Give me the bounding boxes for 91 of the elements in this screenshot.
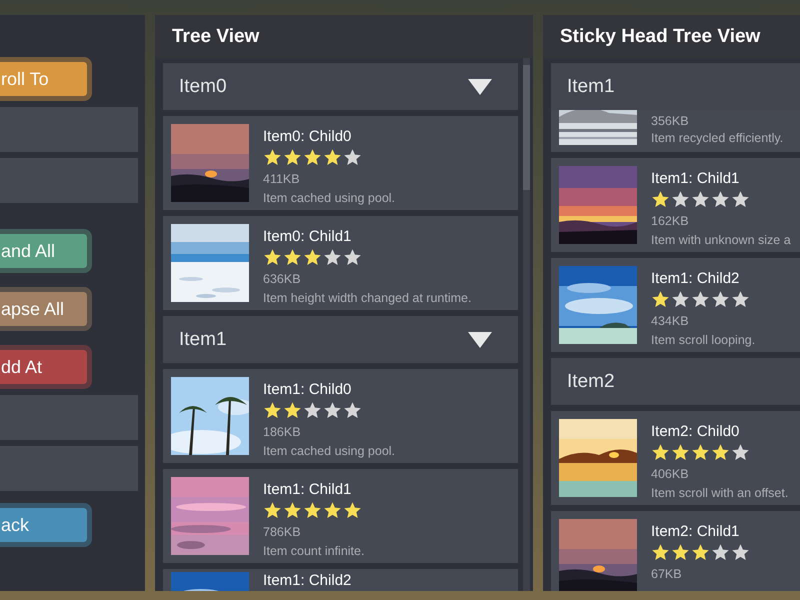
star-icon [691, 290, 710, 309]
star-icon [283, 248, 302, 267]
star-icon [671, 443, 690, 462]
list-item[interactable]: Item1: Child0 186KB Item cached using pool. [163, 369, 518, 463]
file-size: 786KB [263, 525, 302, 539]
star-icon [731, 443, 750, 462]
star-icon [711, 190, 730, 209]
star-icon [343, 501, 362, 520]
star-icon [691, 190, 710, 209]
list-item[interactable]: Item1: Child2 [163, 569, 518, 591]
star-icon [731, 190, 750, 209]
star-icon [651, 443, 670, 462]
file-size: 636KB [263, 272, 302, 286]
star-icon [651, 290, 670, 309]
star-icon [323, 401, 342, 420]
item-title: Item0: Child1 [263, 228, 352, 245]
star-icon [711, 443, 730, 462]
star-icon [731, 543, 750, 562]
star-icon [303, 401, 322, 420]
list-item[interactable]: Item1: Child2 434KB Item scroll looping. [551, 258, 800, 352]
list-item[interactable]: Item0: Child0 411KB Item cached using pool. [163, 116, 518, 210]
star-icon [263, 148, 282, 167]
item-description: Item height width changed at runtime. [263, 291, 472, 305]
star-icon [303, 501, 322, 520]
group-header[interactable]: Item1 [163, 316, 518, 363]
star-icon [263, 501, 282, 520]
star-icon [283, 148, 302, 167]
star-icon [263, 248, 282, 267]
file-size: 411KB [263, 172, 301, 186]
star-icon [671, 543, 690, 562]
input-field[interactable] [0, 395, 138, 440]
scrollbar[interactable] [523, 58, 530, 591]
star-icon [343, 401, 362, 420]
item-title: Item1: Child2 [651, 270, 740, 287]
star-icon [691, 543, 710, 562]
star-icon [651, 543, 670, 562]
star-icon [343, 148, 362, 167]
file-size: 356KB [651, 114, 690, 128]
list-item[interactable]: Item1: Child1 162KB Item with unknown size a [551, 158, 800, 252]
panel-title: Sticky Head Tree View [543, 15, 800, 58]
star-icon [303, 148, 322, 167]
item-title: Item0: Child0 [263, 128, 352, 145]
star-icon [323, 248, 342, 267]
scrollbar-thumb[interactable] [523, 65, 530, 190]
file-size: 434KB [651, 314, 690, 328]
star-icon [711, 543, 730, 562]
group-header[interactable]: Item1 [551, 63, 800, 110]
action-button[interactable]: ack [0, 503, 92, 547]
star-icon [263, 401, 282, 420]
file-size: 406KB [651, 467, 690, 481]
star-icon [651, 190, 670, 209]
panel-title: Tree View [155, 15, 533, 58]
star-icon [323, 501, 342, 520]
item-description: Item with unknown size a [651, 233, 791, 247]
item-description: Item recycled efficiently. [651, 131, 784, 145]
list-item[interactable]: 356KB Item recycled efficiently. [551, 110, 800, 152]
action-button[interactable]: apse All [0, 287, 92, 331]
star-icon [671, 190, 690, 209]
item-title: Item1: Child0 [263, 381, 352, 398]
input-field[interactable] [0, 107, 138, 152]
file-size: 186KB [263, 425, 302, 439]
input-field[interactable] [0, 446, 138, 491]
item-description: Item scroll looping. [651, 333, 756, 347]
item-title: Item1: Child1 [263, 481, 352, 498]
star-icon [343, 248, 362, 267]
action-button[interactable]: dd At [0, 345, 92, 389]
star-icon [731, 290, 750, 309]
item-description: Item cached using pool. [263, 191, 396, 205]
star-icon [323, 148, 342, 167]
group-header[interactable]: Item0 [163, 63, 518, 110]
star-icon [671, 290, 690, 309]
star-icon [711, 290, 730, 309]
item-description: Item count infinite. [263, 544, 364, 558]
list-item[interactable]: Item1: Child1 786KB Item count infinite. [163, 469, 518, 563]
star-icon [283, 501, 302, 520]
group-header[interactable]: Item2 [551, 358, 800, 405]
item-title: Item2: Child0 [651, 423, 740, 440]
item-description: Item scroll with an offset. [651, 486, 788, 500]
item-description: Item cached using pool. [263, 444, 396, 458]
list-item[interactable]: Item0: Child1 636KB Item height width changed at runtime. [163, 216, 518, 310]
input-field[interactable] [0, 158, 138, 203]
star-icon [283, 401, 302, 420]
item-title: Item1: Child1 [651, 170, 740, 187]
star-icon [691, 443, 710, 462]
file-size: 162KB [651, 214, 690, 228]
file-size: 67KB [651, 567, 683, 581]
list-item[interactable]: Item2: Child1 67KB [551, 511, 800, 591]
star-icon [303, 248, 322, 267]
item-title: Item2: Child1 [651, 523, 740, 540]
item-title: Item1: Child2 [263, 572, 352, 589]
list-item[interactable]: Item2: Child0 406KB Item scroll with an offset. [551, 411, 800, 505]
